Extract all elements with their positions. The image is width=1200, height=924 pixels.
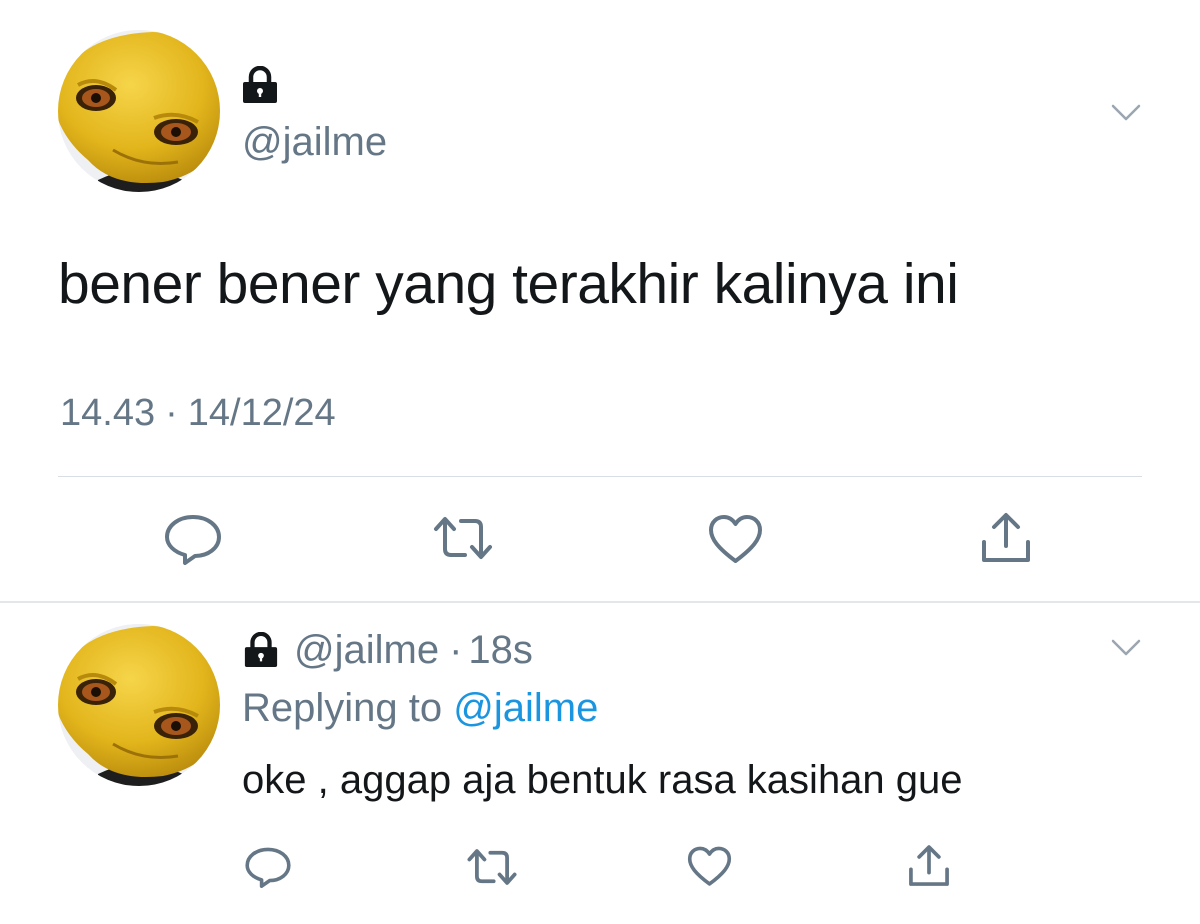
main-tweet: @jailme bener bener yang terakhir kaliny… [0,0,1200,600]
retweet-button[interactable] [432,513,494,563]
reply-header: @jailme · 18s [242,624,533,676]
share-icon [909,845,949,886]
retweet-icon [434,517,492,559]
like-button[interactable] [686,846,733,888]
tweet-date: 14/12/24 [187,392,336,434]
reply-button[interactable] [244,846,292,888]
mention-link[interactable]: @jailme [453,686,598,730]
reply-button[interactable] [163,513,223,565]
lock-icon [242,632,280,668]
replying-to: Replying to @jailme [242,684,598,732]
replying-prefix: Replying to [242,686,443,730]
comment-bubble-icon [245,847,291,888]
tweet-text: bener bener yang terakhir kalinya ini [58,252,959,316]
share-button[interactable] [906,843,952,889]
retweet-button[interactable] [466,846,518,888]
share-icon [982,513,1030,562]
author-handle[interactable]: @jailme [242,118,387,166]
heart-icon [709,515,762,563]
tweet-age[interactable]: 18s [468,628,533,673]
avatar-image [58,30,220,192]
lock-icon [240,66,280,104]
tweet-timestamp[interactable]: 14.43 · 14/12/24 [60,390,336,436]
tweet-text: oke , aggap aja bentuk rasa kasihan gue [242,758,963,802]
comment-bubble-icon [165,515,221,565]
avatar[interactable] [58,624,220,786]
chevron-down-icon[interactable] [1111,638,1141,658]
share-button[interactable] [978,510,1034,566]
header-separator: · [449,627,463,672]
chevron-down-icon[interactable] [1111,103,1141,123]
heart-icon [687,846,732,886]
tweet-separator [0,601,1200,603]
author-handle[interactable]: @jailme [294,628,439,673]
retweet-icon [467,849,517,885]
timestamp-separator: · [165,392,178,434]
divider [58,476,1142,477]
avatar[interactable] [58,30,220,192]
tweet-time: 14.43 [60,392,156,434]
like-button[interactable] [708,514,763,566]
avatar-image [58,624,220,786]
